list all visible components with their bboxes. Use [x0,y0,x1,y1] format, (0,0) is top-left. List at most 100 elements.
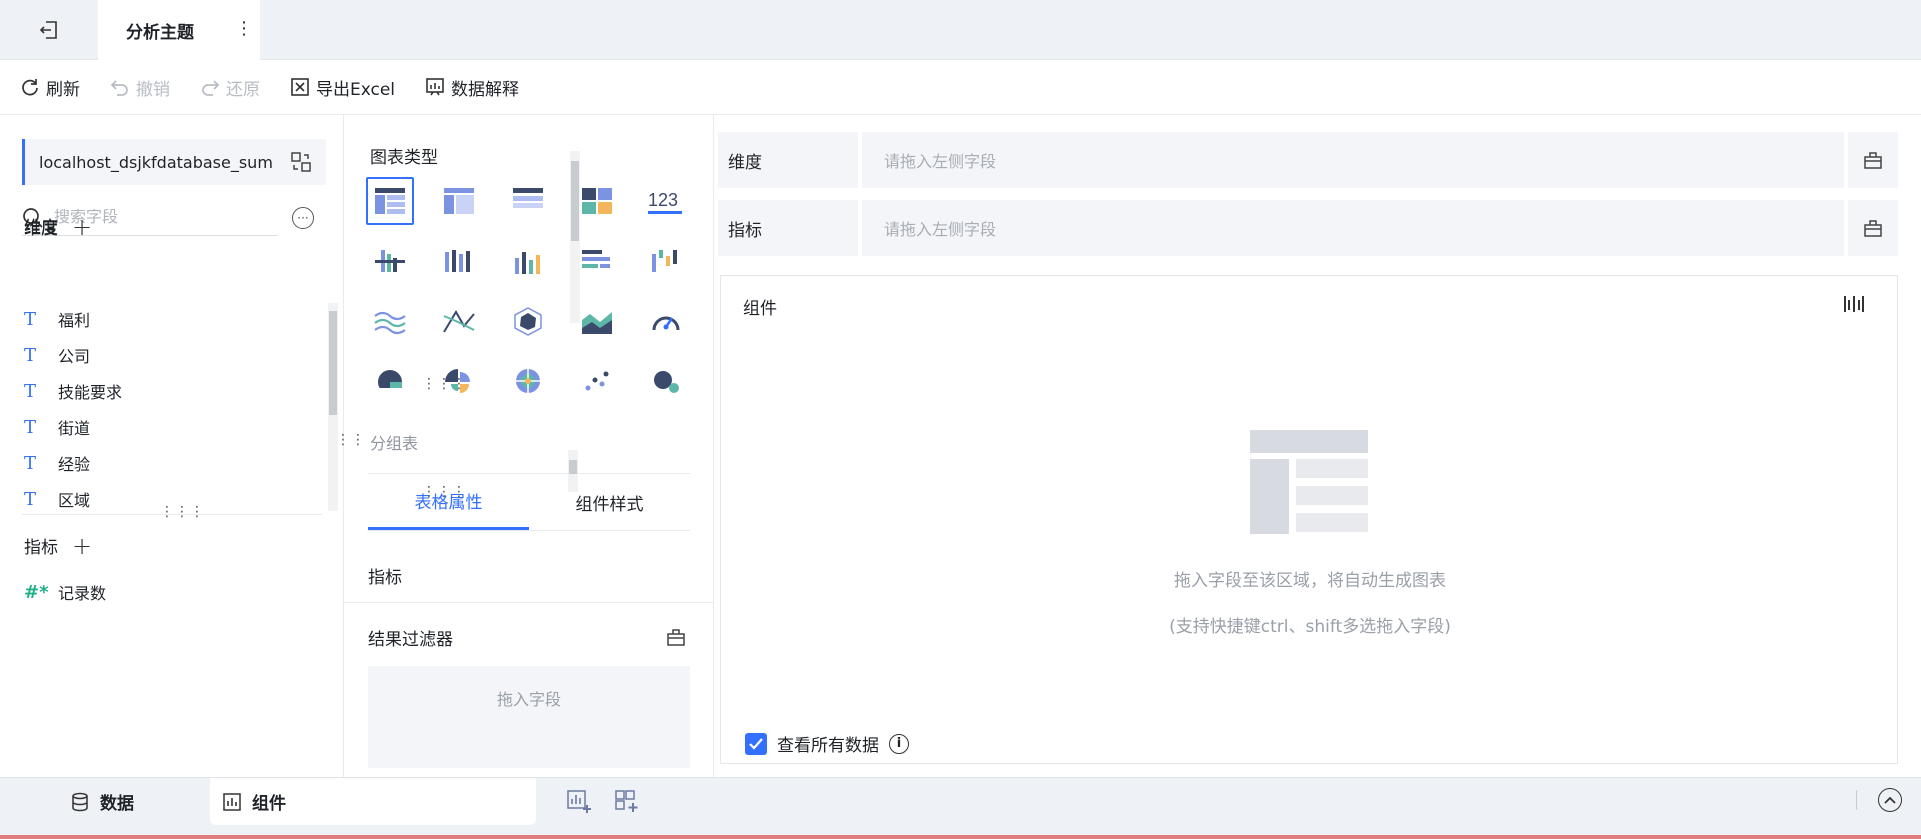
stacked-column-icon[interactable] [435,237,483,285]
tab-component[interactable]: 组件 [210,778,536,825]
undo-button[interactable]: 撤销 [110,75,170,100]
text-type-icon: T [24,416,37,438]
top-bar: 分析主题 ⋮ [0,0,1921,60]
data-explain-button[interactable]: 数据解释 [425,75,519,100]
props-scrollbar[interactable] [568,450,578,492]
sunburst-chart-icon[interactable] [504,357,552,405]
grouped-bar-icon[interactable] [366,237,414,285]
result-filter-title: 结果过滤器 [368,630,453,650]
redo-icon [202,80,220,96]
dimension-list: T 福利 T 公司 T 技能要求 T 街道 T 经验 T 区域 [24,301,324,511]
line-chart-icon[interactable] [366,297,414,345]
view-all-data-row: 查看所有数据 i [745,731,909,756]
dimension-shelf: 维度 请拖入左侧字段 [718,132,1898,188]
crosstab-icon[interactable] [435,177,483,225]
props-metric-label: 指标 [368,568,402,588]
excel-icon [291,78,309,96]
add-measure-icon[interactable]: + [72,534,92,558]
scatter-chart-icon[interactable] [573,357,621,405]
add-dashboard-icon[interactable] [614,788,640,818]
tab-data[interactable]: 数据 [70,778,134,825]
resize-handle[interactable]: ⋮⋮⋮ [422,377,467,391]
waterfall-icon[interactable] [642,237,690,285]
column-chart-icon[interactable] [504,237,552,285]
more-icon[interactable]: ⋮ [235,20,253,38]
chart-editor: 维度 请拖入左侧字段 指标 请拖入左侧字段 组件 拖入字段至该区域，将自动生成图… [714,115,1921,777]
canvas-title: 组件 [743,299,777,319]
component-canvas[interactable]: 组件 拖入字段至该区域，将自动生成图表 (支持快捷键ctrl、shift多选拖入… [720,275,1898,764]
add-component-icon[interactable] [566,788,592,818]
radar-chart-icon[interactable] [504,297,552,345]
tab-table-props[interactable]: 表格属性 [368,474,529,530]
dimension-drop-zone[interactable]: 请拖入左侧字段 [862,132,1844,188]
add-dimension-icon[interactable]: + [72,215,92,239]
datasource-name: localhost_dsjkfdatabase_sum [39,152,273,172]
gauge-chart-icon[interactable] [642,297,690,345]
metric-shelf-label: 指标 [718,200,858,256]
switch-datasource-icon[interactable] [290,151,312,177]
list-item[interactable]: #* 记录数 [24,580,106,604]
toolbar: 刷新 撤销 还原 导出Excel 数据解释 [0,60,1921,115]
group-table-icon[interactable] [366,177,414,225]
metric-shelf: 指标 请拖入左侧字段 [718,200,1898,256]
collapse-icon[interactable] [1878,788,1902,812]
empty-chart-placeholder [1250,430,1368,538]
field-panel: localhost_dsjkfdatabase_sum ··· 维度 维度 + … [0,115,365,777]
area-chart-icon[interactable] [573,297,621,345]
chart-tool-icon[interactable] [1843,294,1865,318]
svg-text:123: 123 [648,190,678,210]
kpi-card-icon[interactable] [573,177,621,225]
drop-hint: 拖入字段至该区域，将自动生成图表 [1174,571,1446,591]
text-type-icon: T [24,344,37,366]
resize-handle[interactable]: ⋮⋮⋮ [422,485,467,499]
data-explain-icon [426,78,444,96]
chart-type-grid: 123 [366,177,696,417]
pie-chart-icon[interactable] [366,357,414,405]
combo-chart-icon[interactable] [435,297,483,345]
list-item[interactable]: T 公司 [24,337,324,373]
text-type-icon: T [24,488,37,510]
chart-type-title: 图表类型 [370,148,438,168]
chart-type-scrollbar[interactable] [570,151,580,323]
drop-hint-shortcut: (支持快捷键ctrl、shift多选拖入字段) [1169,617,1451,637]
view-all-data-checkbox[interactable] [745,732,767,755]
filter-settings-icon[interactable] [666,627,686,651]
bottom-bar: 数据 组件 [0,777,1921,839]
refresh-icon [22,79,38,96]
metric-shelf-settings-icon[interactable] [1848,200,1898,256]
page-title: 分析主题 [126,22,194,43]
dimension-shelf-settings-icon[interactable] [1848,132,1898,188]
filter-drop-zone[interactable]: 拖入字段 [368,666,690,768]
field-more-icon[interactable]: ··· [292,207,314,229]
metric-drop-zone[interactable]: 请拖入左侧字段 [862,200,1844,256]
exit-icon[interactable] [36,17,62,43]
chart-config-panel: 图表类型 123 分组表 ⋮⋮⋮ 表格属性 组件样式 指标 ⋮⋮⋮ 结果过滤器 … [344,115,714,777]
config-tabs: 表格属性 组件样式 [368,473,690,531]
dimension-label: 维度 [24,219,58,239]
export-excel-button[interactable]: 导出Excel [290,75,395,100]
bubble-chart-icon[interactable] [642,357,690,405]
list-item[interactable]: T 街道 [24,409,324,445]
undo-icon [110,80,128,96]
dimension-scrollbar[interactable] [328,303,338,511]
list-item[interactable]: T 技能要求 [24,373,324,409]
list-item[interactable]: T 经验 [24,445,324,481]
text-type-icon: T [24,452,37,474]
text-type-icon: T [24,308,37,330]
database-icon [72,792,88,811]
bar-chart-icon[interactable] [573,237,621,285]
view-all-data-label: 查看所有数据 [777,736,879,756]
redo-button[interactable]: 还原 [200,75,260,100]
text-type-icon: T [24,380,37,402]
chart-icon [223,792,241,811]
datasource-selector[interactable]: localhost_dsjkfdatabase_sum [22,139,326,185]
detail-table-icon[interactable] [504,177,552,225]
number-card-icon[interactable]: 123 [642,177,690,225]
dimension-shelf-label: 维度 [718,132,858,188]
info-icon[interactable]: i [889,733,909,754]
selected-chart-type-label: 分组表 [370,434,419,453]
tab-component-style[interactable]: 组件样式 [529,474,690,530]
measure-header: 指标 + [24,533,92,559]
list-item[interactable]: T 福利 [24,301,324,337]
refresh-button[interactable]: 刷新 [20,75,80,100]
